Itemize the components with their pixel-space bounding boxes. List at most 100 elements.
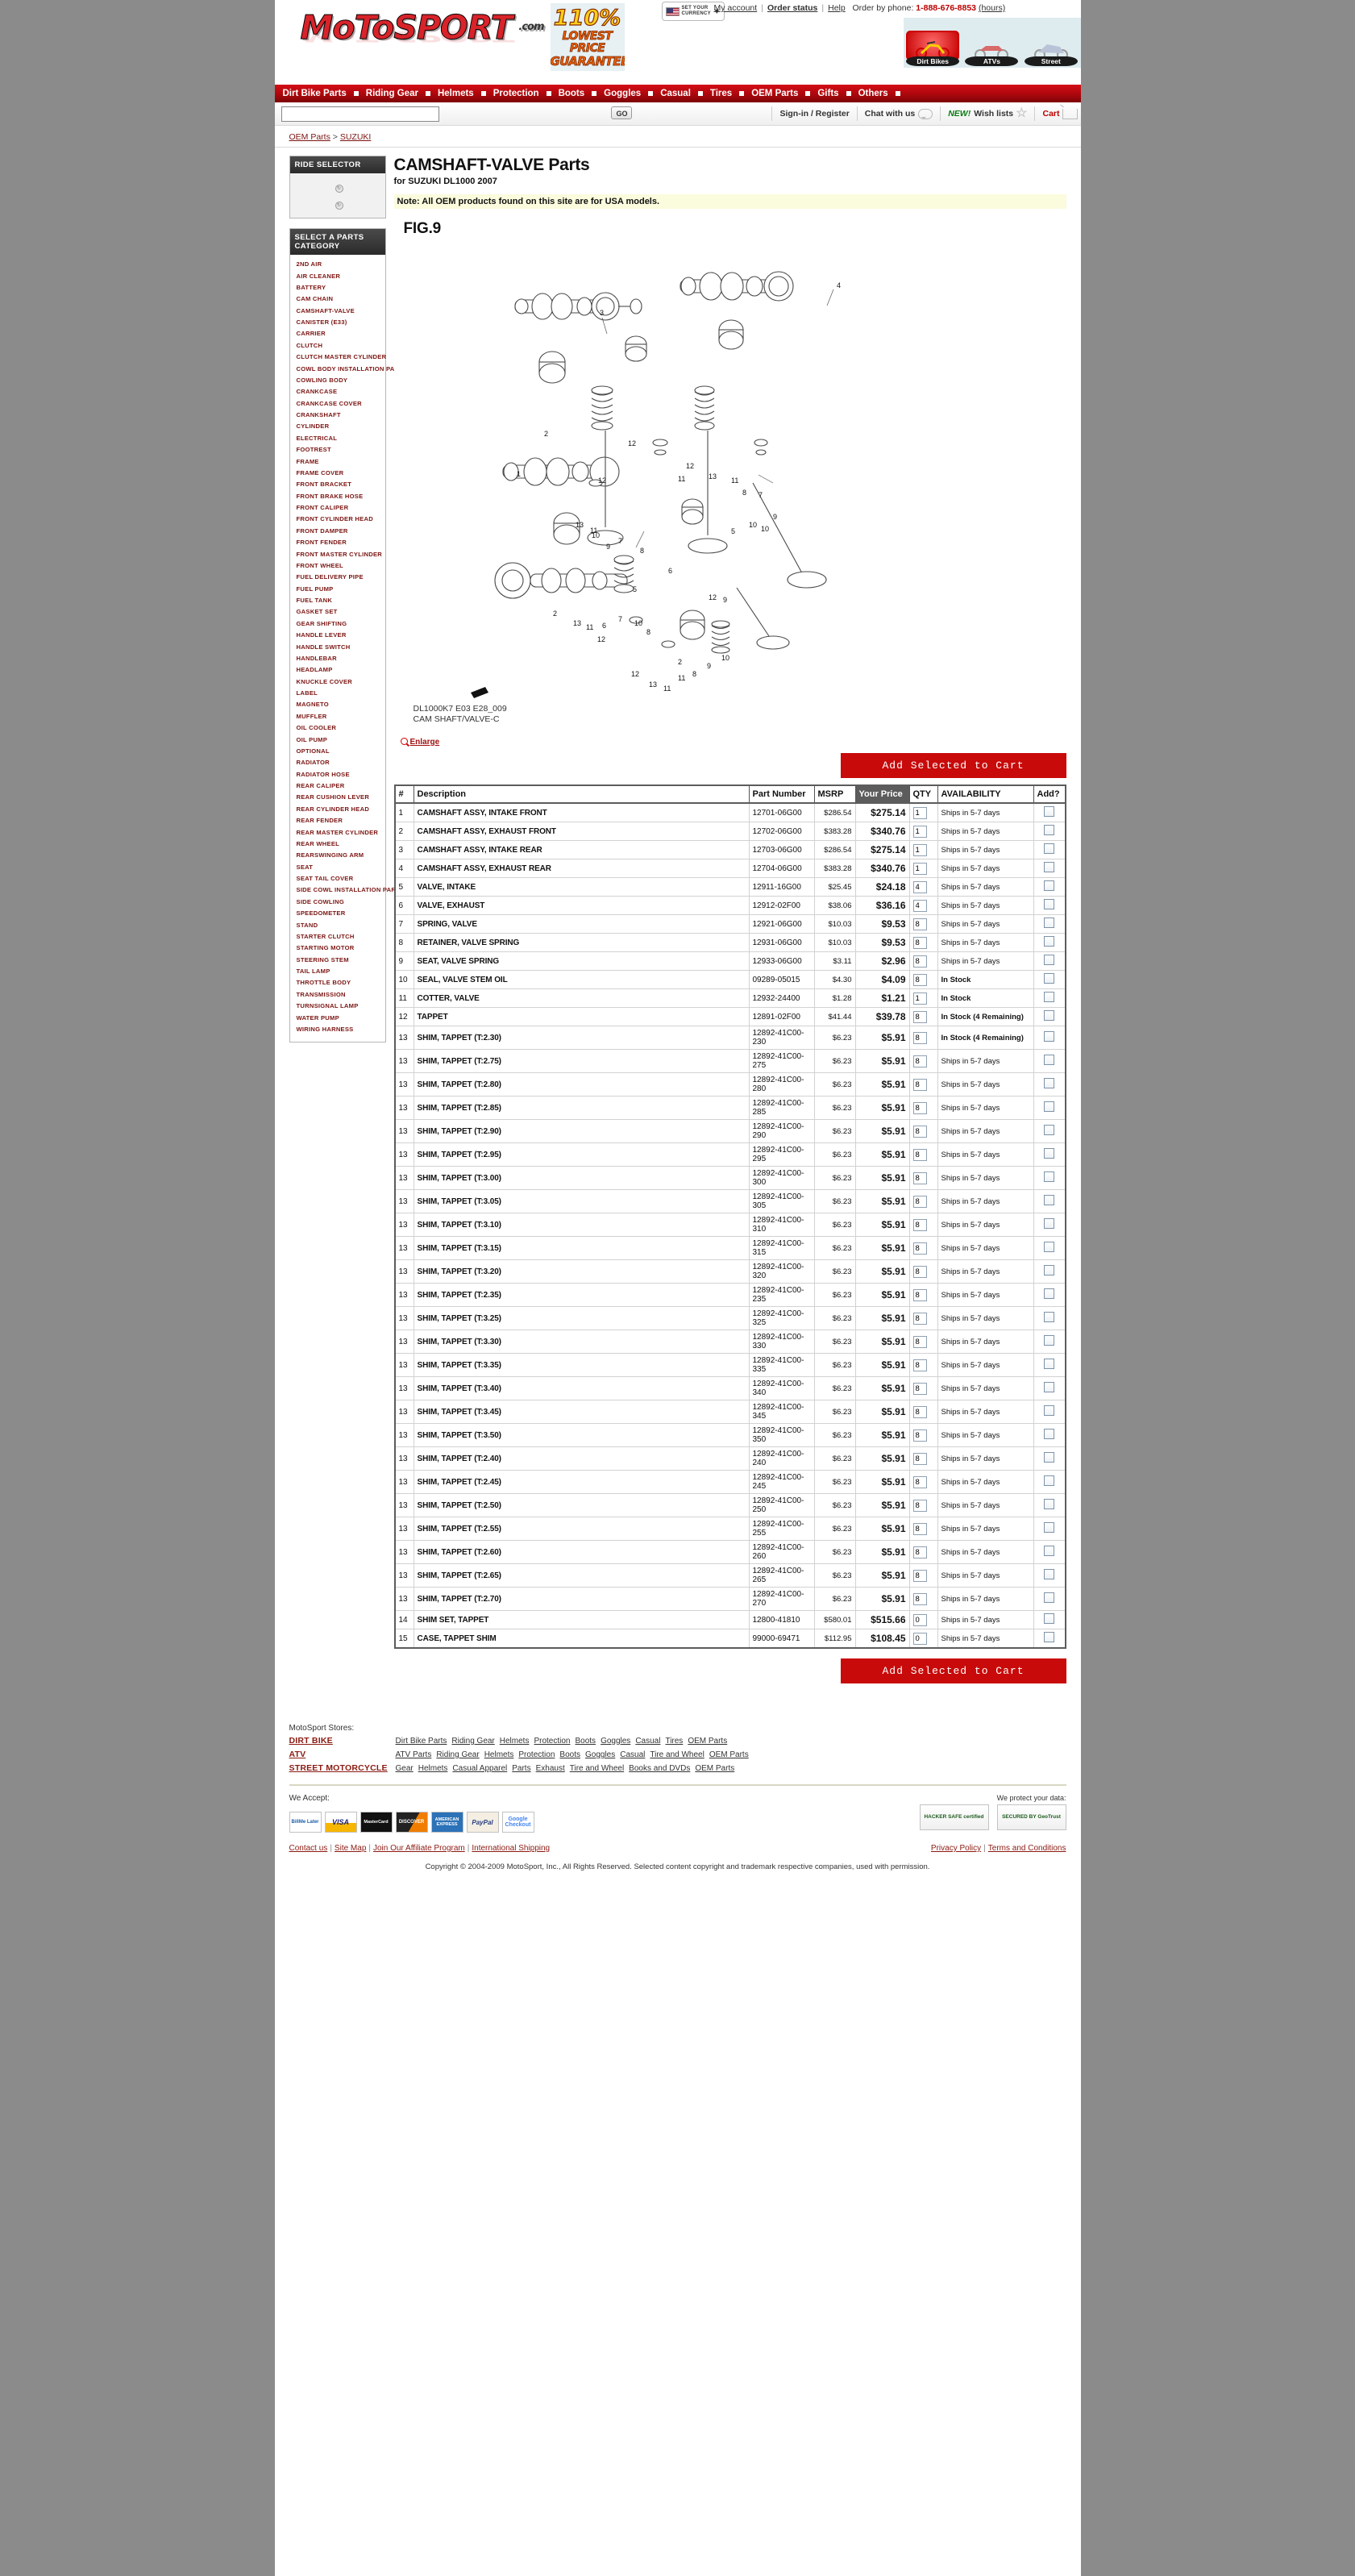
category-item-fuel-pump[interactable]: FUEL PUMP xyxy=(297,584,382,595)
category-item-radiator-hose[interactable]: RADIATOR HOSE xyxy=(297,769,382,780)
search-go-button[interactable]: GO xyxy=(610,106,632,119)
nav-item-riding-gear[interactable]: Riding Gear xyxy=(366,89,418,98)
add-checkbox[interactable] xyxy=(1044,1613,1054,1624)
qty-input[interactable] xyxy=(912,1382,927,1395)
footer-link-casual[interactable]: Casual xyxy=(635,1737,660,1746)
footer-link-helmets[interactable]: Helmets xyxy=(484,1750,514,1759)
add-checkbox[interactable] xyxy=(1044,1010,1054,1021)
qty-input[interactable] xyxy=(912,1452,927,1465)
add-checkbox[interactable] xyxy=(1044,1242,1054,1252)
qty-input[interactable] xyxy=(912,973,927,986)
add-checkbox[interactable] xyxy=(1044,806,1054,817)
qty-input[interactable] xyxy=(912,955,927,968)
category-item-gasket-set[interactable]: GASKET SET xyxy=(297,606,382,618)
ride-tab-dirt-bikes[interactable]: Dirt Bikes xyxy=(906,31,960,68)
footer-link-oem-parts[interactable]: OEM Parts xyxy=(709,1750,749,1759)
qty-input[interactable] xyxy=(912,918,927,930)
add-checkbox[interactable] xyxy=(1044,1452,1054,1463)
qty-input[interactable] xyxy=(912,1592,927,1605)
category-item-battery[interactable]: BATTERY xyxy=(297,282,382,293)
qty-input[interactable] xyxy=(912,1475,927,1488)
nav-item-helmets[interactable]: Helmets xyxy=(438,89,474,98)
privacy-policy-link[interactable]: Privacy Policy xyxy=(931,1844,981,1853)
category-item-oil-cooler[interactable]: OIL COOLER xyxy=(297,722,382,734)
footer-link-riding-gear[interactable]: Riding Gear xyxy=(451,1737,494,1746)
footer-link-tire-and-wheel[interactable]: Tire and Wheel xyxy=(650,1750,704,1759)
add-checkbox[interactable] xyxy=(1044,1312,1054,1322)
footer-link-parts[interactable]: Parts xyxy=(512,1764,530,1773)
category-item-headlamp[interactable]: HEADLAMP xyxy=(297,664,382,676)
category-item-rear-fender[interactable]: REAR FENDER xyxy=(297,815,382,826)
category-item-magneto[interactable]: MAGNETO xyxy=(297,699,382,710)
footer-store-category[interactable]: DIRT BIKE xyxy=(289,1736,396,1746)
footer-link-helmets[interactable]: Helmets xyxy=(418,1764,448,1773)
cart-link[interactable]: Cart xyxy=(1042,109,1059,119)
category-item-label[interactable]: LABEL xyxy=(297,688,382,699)
add-checkbox[interactable] xyxy=(1044,1078,1054,1088)
category-item-wiring-harness[interactable]: WIRING HARNESS xyxy=(297,1024,382,1035)
add-checkbox[interactable] xyxy=(1044,1288,1054,1299)
qty-input[interactable] xyxy=(912,1429,927,1442)
add-checkbox[interactable] xyxy=(1044,1475,1054,1486)
category-item-fuel-delivery-pipe[interactable]: FUEL DELIVERY PIPE xyxy=(297,572,382,583)
footer-link-riding-gear[interactable]: Riding Gear xyxy=(436,1750,479,1759)
footer-link-helmets[interactable]: Helmets xyxy=(500,1737,530,1746)
add-checkbox[interactable] xyxy=(1044,1218,1054,1229)
affiliate-program-link[interactable]: Join Our Affiliate Program xyxy=(373,1844,465,1853)
nav-item-tires[interactable]: Tires xyxy=(710,89,732,98)
qty-input[interactable] xyxy=(912,899,927,912)
add-checkbox[interactable] xyxy=(1044,1405,1054,1416)
category-item-cowl-body-installation-parts[interactable]: COWL BODY INSTALLATION PARTS xyxy=(297,363,408,374)
chat-with-us-link[interactable]: Chat with us xyxy=(865,109,915,119)
category-item-rear-caliper[interactable]: REAR CALIPER xyxy=(297,780,382,792)
category-item-fuel-tank[interactable]: FUEL TANK xyxy=(297,595,382,606)
add-selected-to-cart-button-top[interactable]: Add Selected to Cart xyxy=(840,753,1066,778)
category-item-2nd-air[interactable]: 2ND AIR xyxy=(297,259,382,270)
qty-input[interactable] xyxy=(912,1055,927,1067)
qty-input[interactable] xyxy=(912,1335,927,1348)
category-item-handle-switch[interactable]: HANDLE SWITCH xyxy=(297,641,382,652)
footer-store-category[interactable]: ATV xyxy=(289,1750,396,1759)
parts-diagram[interactable]: 34 21 12 12 13 11 78 12 13 11 11 87 9 10 10 5 … xyxy=(393,241,1066,701)
qty-input[interactable] xyxy=(912,1499,927,1512)
wish-lists-link[interactable]: Wish lists xyxy=(974,109,1013,119)
footer-link-boots[interactable]: Boots xyxy=(575,1737,596,1746)
add-checkbox[interactable] xyxy=(1044,1031,1054,1042)
category-item-seat-tail-cover[interactable]: SEAT TAIL COVER xyxy=(297,873,382,884)
category-item-clutch[interactable]: CLUTCH xyxy=(297,340,382,352)
international-shipping-link[interactable]: International Shipping xyxy=(472,1844,550,1853)
qty-input[interactable] xyxy=(912,1242,927,1255)
footer-link-goggles[interactable]: Goggles xyxy=(601,1737,630,1746)
qty-input[interactable] xyxy=(912,1613,927,1626)
qty-input[interactable] xyxy=(912,1101,927,1114)
add-checkbox[interactable] xyxy=(1044,1592,1054,1603)
add-checkbox[interactable] xyxy=(1044,955,1054,965)
add-checkbox[interactable] xyxy=(1044,1171,1054,1182)
qty-input[interactable] xyxy=(912,992,927,1005)
category-item-muffler[interactable]: MUFFLER xyxy=(297,711,382,722)
qty-input[interactable] xyxy=(912,1569,927,1582)
footer-link-oem-parts[interactable]: OEM Parts xyxy=(688,1737,727,1746)
category-item-stand[interactable]: STAND xyxy=(297,919,382,930)
qty-input[interactable] xyxy=(912,1288,927,1301)
qty-input[interactable] xyxy=(912,1010,927,1023)
footer-link-protection[interactable]: Protection xyxy=(534,1737,570,1746)
sign-in-register-link[interactable]: Sign-in / Register xyxy=(779,109,849,119)
ride-selector-option-1[interactable]: ↻ xyxy=(335,185,343,193)
category-item-handle-lever[interactable]: HANDLE LEVER xyxy=(297,630,382,641)
qty-input[interactable] xyxy=(912,1632,927,1645)
qty-input[interactable] xyxy=(912,1359,927,1371)
category-item-optional[interactable]: OPTIONAL xyxy=(297,746,382,757)
qty-input[interactable] xyxy=(912,936,927,949)
category-item-front-caliper[interactable]: FRONT CALIPER xyxy=(297,502,382,514)
add-checkbox[interactable] xyxy=(1044,1359,1054,1369)
add-checkbox[interactable] xyxy=(1044,1265,1054,1276)
qty-input[interactable] xyxy=(912,862,927,875)
ride-tab-street[interactable]: Street xyxy=(1024,34,1078,68)
category-item-radiator[interactable]: RADIATOR xyxy=(297,757,382,768)
qty-input[interactable] xyxy=(912,806,927,819)
add-checkbox[interactable] xyxy=(1044,1195,1054,1205)
category-item-electrical[interactable]: ELECTRICAL xyxy=(297,433,382,444)
qty-input[interactable] xyxy=(912,1171,927,1184)
terms-and-conditions-link[interactable]: Terms and Conditions xyxy=(988,1844,1066,1853)
